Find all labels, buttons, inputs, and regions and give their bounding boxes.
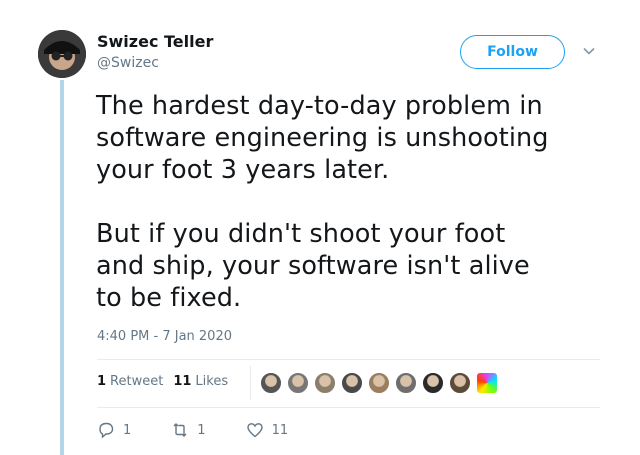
divider-bottom [97,407,600,408]
liker-avatar[interactable] [395,372,417,394]
liker-avatar[interactable] [449,372,471,394]
retweets-label[interactable]: Retweet [110,374,163,389]
reply-count: 1 [123,422,132,438]
liker-avatar[interactable] [260,372,282,394]
liker-avatar[interactable] [341,372,363,394]
liker-avatar[interactable] [314,372,336,394]
retweet-icon [173,423,187,437]
author-avatar[interactable] [38,30,86,78]
tweet-actions: 1 1 11 [97,421,288,439]
reply-icon [99,422,114,439]
tweet-text: The hardest day-to-day problem in softwa… [96,91,549,313]
retweet-count: 1 [197,422,206,438]
author-name[interactable]: Swizec Teller [97,32,213,51]
retweets-count[interactable]: 1 [97,374,106,389]
engagement-stats: 1 Retweet 11 Likes [97,374,228,389]
tweet-timestamp[interactable]: 4:40 PM - 7 Jan 2020 [97,329,232,344]
liker-avatars [260,372,503,394]
stats-separator [250,366,251,400]
thread-line [60,80,64,455]
like-count: 11 [271,422,289,438]
chevron-down-icon[interactable] [582,44,596,58]
liker-avatar[interactable] [476,372,498,394]
retweet-button[interactable]: 1 [171,421,206,439]
likes-label[interactable]: Likes [195,374,228,389]
like-button[interactable]: 11 [246,421,289,439]
heart-icon [246,423,263,438]
follow-button[interactable]: Follow [460,35,565,69]
author-handle[interactable]: @Swizec [97,55,159,71]
liker-avatar[interactable] [422,372,444,394]
liker-avatar[interactable] [287,372,309,394]
reply-button[interactable]: 1 [97,421,131,439]
likes-count[interactable]: 11 [173,374,191,389]
divider-top [97,359,600,360]
liker-avatar[interactable] [368,372,390,394]
